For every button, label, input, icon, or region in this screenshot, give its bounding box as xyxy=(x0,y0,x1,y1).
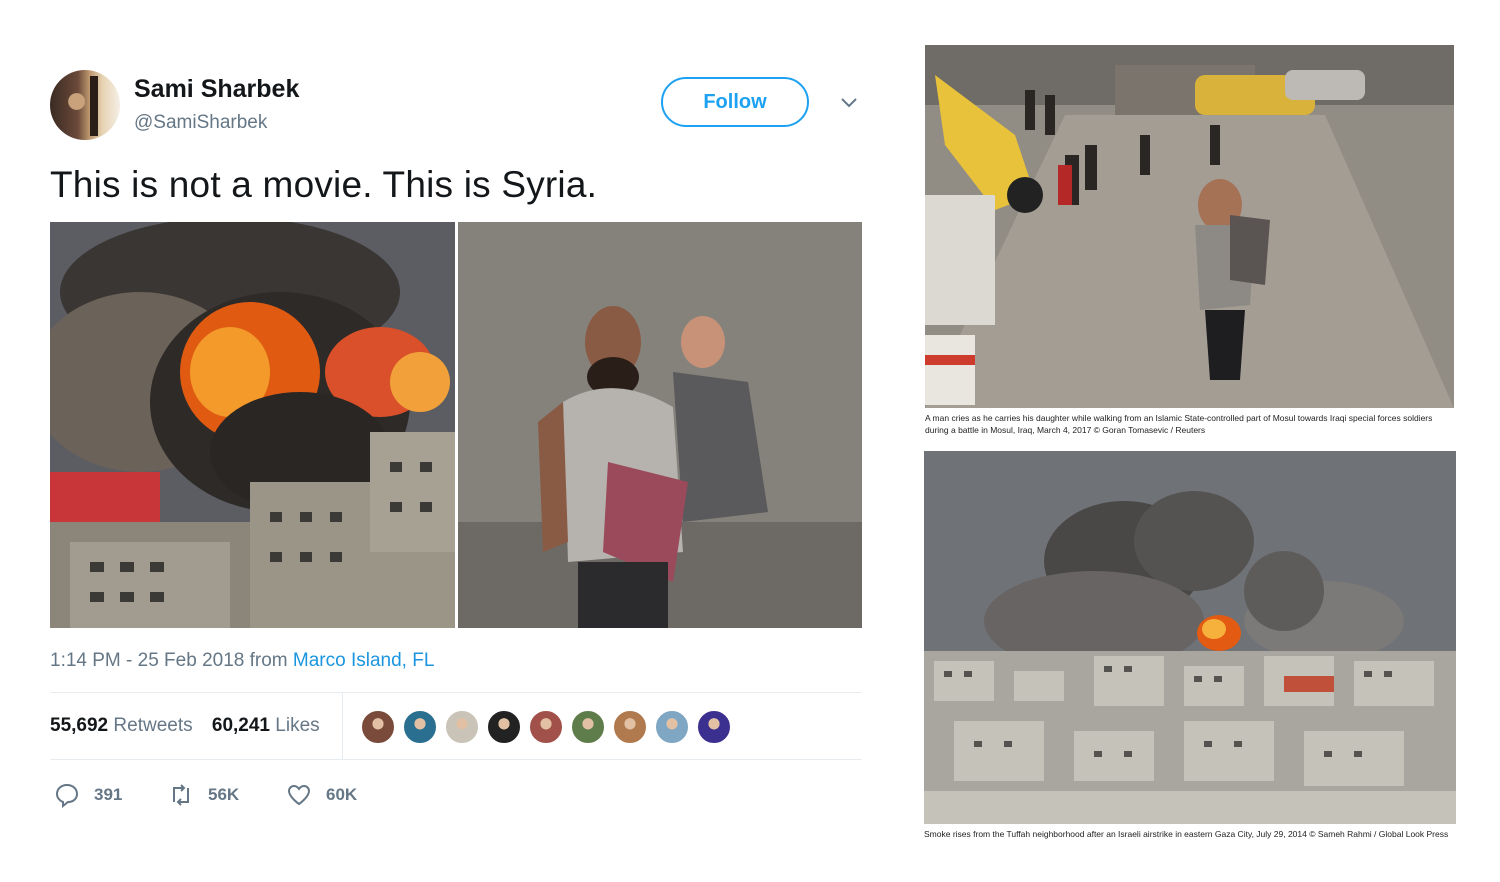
liker-avatar[interactable] xyxy=(696,709,732,745)
man-carrying-child-photo[interactable] xyxy=(458,222,862,628)
retweet-count: 56K xyxy=(208,785,240,804)
divider xyxy=(50,759,862,760)
location-link[interactable]: Marco Island, FL xyxy=(293,650,435,671)
liker-avatar[interactable] xyxy=(654,709,690,745)
liker-avatar[interactable] xyxy=(402,709,438,745)
like-button[interactable]: 60K xyxy=(286,782,357,808)
action-bar: 391 56K 60K xyxy=(50,782,862,814)
liker-avatar[interactable] xyxy=(444,709,480,745)
follow-button[interactable]: Follow xyxy=(661,77,809,127)
retweets-label[interactable]: Retweets xyxy=(113,715,192,736)
liker-avatar[interactable] xyxy=(528,709,564,745)
reply-button[interactable]: 391 xyxy=(54,782,122,808)
photo-caption: A man cries as he carries his daughter w… xyxy=(925,413,1433,435)
engagement-stats: 55,692 Retweets 60,241 Likes xyxy=(50,715,320,737)
timestamp-text: 1:14 PM - 25 Feb 2018 from xyxy=(50,650,288,671)
liker-avatar[interactable] xyxy=(360,709,396,745)
user-handle[interactable]: @SamiSharbek xyxy=(134,112,267,134)
liker-avatar[interactable] xyxy=(486,709,522,745)
liker-avatar[interactable] xyxy=(570,709,606,745)
gaza-airstrike-photo xyxy=(924,451,1456,824)
retweets-count[interactable]: 55,692 xyxy=(50,715,108,736)
tweet-text: This is not a movie. This is Syria. xyxy=(50,164,598,205)
retweet-button[interactable]: 56K xyxy=(168,782,239,808)
likes-count[interactable]: 60,241 xyxy=(212,715,270,736)
tweet-timestamp: 1:14 PM - 25 Feb 2018 from Marco Island,… xyxy=(50,650,434,672)
heart-icon xyxy=(287,784,311,806)
retweet-icon xyxy=(173,784,189,806)
divider xyxy=(342,693,343,759)
tweet-media[interactable] xyxy=(50,222,862,628)
reply-count: 391 xyxy=(94,785,123,804)
divider xyxy=(50,692,862,693)
liker-avatar[interactable] xyxy=(612,709,648,745)
display-name[interactable]: Sami Sharbek xyxy=(134,75,299,104)
reply-icon xyxy=(55,783,79,808)
photo-caption: Smoke rises from the Tuffah neighborhood… xyxy=(924,829,1449,839)
chevron-down-icon[interactable] xyxy=(840,94,858,112)
likes-label[interactable]: Likes xyxy=(275,715,319,736)
mosul-photo xyxy=(925,45,1454,408)
avatar[interactable] xyxy=(50,70,120,140)
like-count: 60K xyxy=(326,785,358,804)
explosion-photo[interactable] xyxy=(50,222,455,628)
